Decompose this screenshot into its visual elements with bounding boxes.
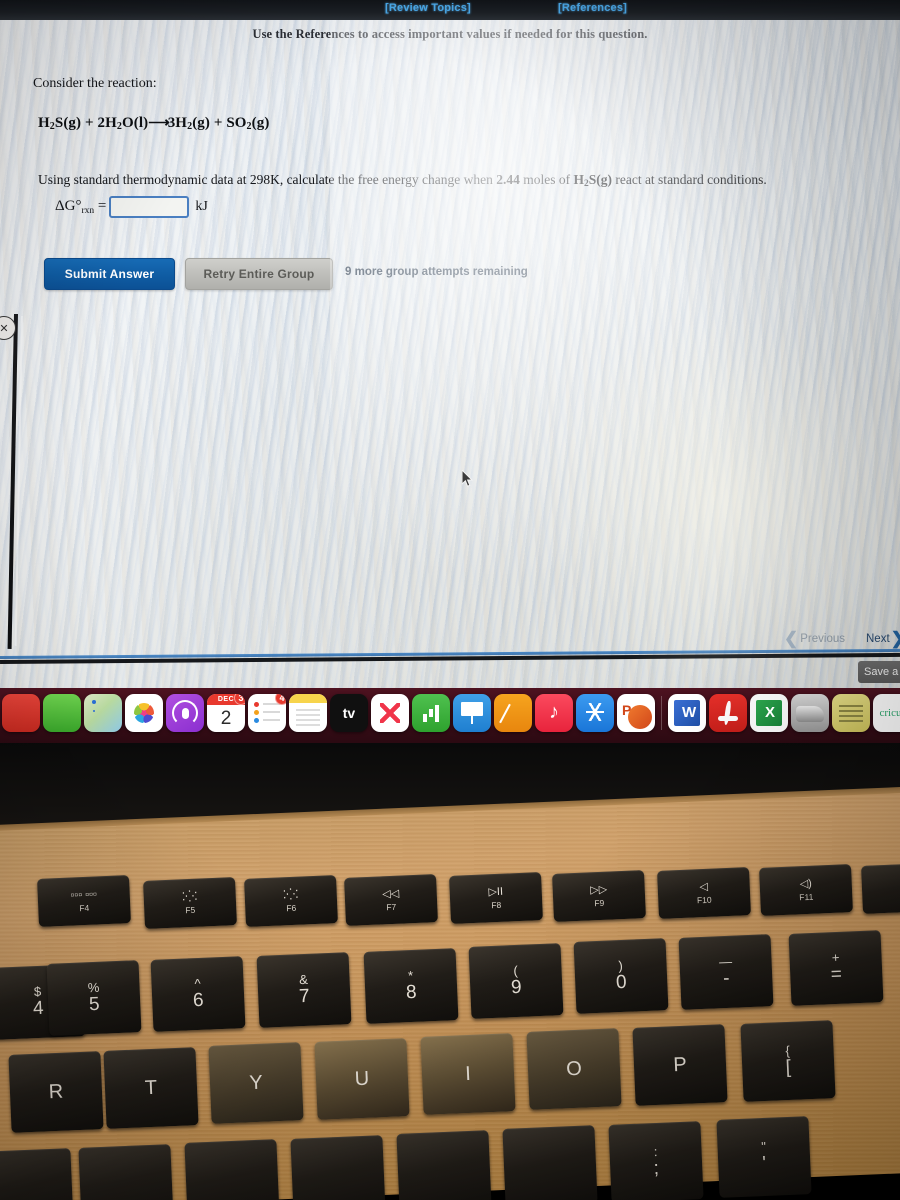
fkey-f5-glyph: ⁚⁛⁚ [181,890,198,903]
key-o[interactable]: O [526,1028,622,1110]
key-minus-label: - [722,967,730,989]
key-6-label: 6 [192,989,204,1012]
key-quote-label: ' [761,1152,767,1174]
key-g[interactable] [78,1144,174,1200]
fkey-f10-glyph: ◁ [699,880,709,893]
fkey-f7[interactable]: ◁◁ F7 [344,874,438,926]
key-semicolon[interactable]: :; [608,1121,704,1200]
fkey-f8[interactable]: ▷II F8 [449,872,543,924]
key-8[interactable]: * 8 [363,948,459,1024]
key-quote[interactable]: " ' [716,1116,812,1198]
key-u[interactable]: U [314,1038,410,1120]
key-p-label: P [672,1053,688,1076]
key-equals[interactable]: + = [788,930,884,1006]
fkey-f6-glyph: ⁚⁛⁚ [282,888,299,901]
key-t[interactable]: T [103,1047,199,1129]
key-k[interactable] [396,1130,492,1200]
key-0-shift-label: ) [618,958,624,974]
key-y-label: Y [248,1071,264,1094]
fkey-f10[interactable]: ◁ F10 [657,867,751,919]
key-semicolon-shift-label: : [653,1144,658,1160]
key-j[interactable] [290,1135,386,1200]
key-y[interactable]: Y [208,1042,304,1124]
key-u-label: U [354,1067,370,1090]
fkey-f4-fn-label: F4 [79,902,90,913]
powerpoint-icon-label: P [622,702,632,718]
key-0[interactable]: ) 0 [573,938,669,1014]
key-9-label: 9 [510,976,522,999]
key-8-shift-label: * [407,968,414,984]
fkey-f8-fn-label: F8 [491,899,502,910]
word-icon-label: W [682,704,697,721]
key-l[interactable] [502,1125,598,1200]
laptop-keyboard: ▫▫▫ ▫▫▫ F4 ⁚⁛⁚ F5 ⁚⁛⁚ F6 ◁◁ F7 ▷II F8 ▷▷ F9 ◁ F10 ◁) F1… [0,0,900,1200]
key-8-label: 8 [405,981,417,1004]
key-minus[interactable]: — - [678,934,774,1010]
key-r[interactable]: R [8,1051,104,1133]
key-i-label: I [464,1062,472,1085]
fkey-f10-fn-label: F10 [696,894,712,905]
fkey-f5[interactable]: ⁚⁛⁚ F5 [143,877,237,929]
fkey-f9[interactable]: ▷▷ F9 [552,870,646,922]
key-4-label: 4 [32,997,44,1020]
key-quote-shift-label: " [760,1139,767,1155]
key-9-shift-label: ( [513,963,519,979]
key-o-label: O [565,1057,583,1080]
excel-icon-label: X [765,704,776,721]
fkey-f6[interactable]: ⁚⁛⁚ F6 [244,875,338,927]
key-7[interactable]: & 7 [256,952,352,1028]
key-bracket-left-shift-label: { [785,1043,791,1059]
key-bracket-left[interactable]: {[ [740,1020,836,1102]
fkey-f11[interactable]: ◁) F11 [759,864,853,916]
fkey-f9-glyph: ▷▷ [590,883,608,896]
key-f[interactable] [0,1148,74,1200]
fkey-f6-fn-label: F6 [286,902,297,913]
fkey-f5-fn-label: F5 [185,904,196,915]
screenshot-root: [Review Topics] [References] Use the Ref… [0,0,900,1200]
fkey-f7-glyph: ◁◁ [382,887,400,900]
key-h[interactable] [184,1139,280,1200]
fkey-f4[interactable]: ▫▫▫ ▫▫▫ F4 [37,875,131,927]
key-9[interactable]: (9 [468,943,564,1019]
key-5-label: 5 [88,993,100,1016]
key-7-label: 7 [298,985,310,1008]
key-5[interactable]: % 5 [46,960,142,1036]
key-semicolon-label: ; [653,1157,660,1179]
fkey-f8-glyph: ▷II [488,885,504,898]
key-0-label: 0 [615,971,627,994]
key-t-label: T [144,1076,158,1099]
key-equals-label: = [830,963,843,986]
key-i[interactable]: I [420,1033,516,1115]
key-6[interactable]: ^ 6 [150,956,246,1032]
fkey-f7-fn-label: F7 [386,901,397,912]
fkey-f12[interactable]: ◁)) [861,862,900,914]
fkey-f4-glyph: ▫▫▫ ▫▫▫ [70,887,98,902]
fkey-f11-glyph: ◁) [799,877,813,890]
key-p[interactable]: P [632,1024,728,1106]
key-r-label: R [48,1080,64,1103]
fkey-f11-fn-label: F11 [799,891,814,902]
key-bracket-left-label: [ [785,1056,792,1078]
fkey-f9-fn-label: F9 [594,897,605,908]
